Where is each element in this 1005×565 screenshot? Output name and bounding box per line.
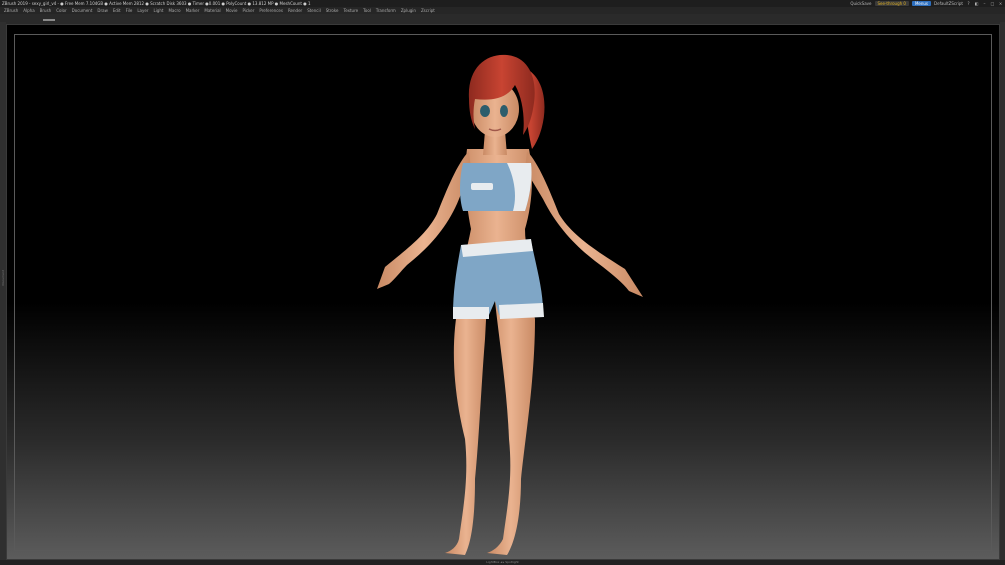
minimize-icon[interactable]: –: [982, 0, 987, 7]
left-arm: [377, 151, 471, 289]
right-leg: [487, 301, 535, 555]
menu-item[interactable]: Brush: [40, 7, 52, 14]
shorts-cuff-left: [453, 307, 489, 319]
menu-item[interactable]: Edit: [113, 7, 121, 14]
menu-item[interactable]: Tool: [363, 7, 371, 14]
menu-item[interactable]: Draw: [97, 7, 107, 14]
viewport-canvas[interactable]: [6, 24, 1000, 560]
menu-item[interactable]: Color: [56, 7, 66, 14]
main-menu-bar: ZBrush Alpha Brush Color Document Draw E…: [0, 7, 1005, 14]
menu-item[interactable]: Marker: [186, 7, 200, 14]
see-through-slider[interactable]: See-through 0: [874, 1, 909, 6]
menu-item[interactable]: Movie: [226, 7, 238, 14]
quicksave-button[interactable]: QuickSave: [850, 0, 871, 7]
menu-item[interactable]: Zscript: [421, 7, 435, 14]
layout-icon[interactable]: ◧: [974, 0, 979, 7]
menu-item[interactable]: Stencil: [307, 7, 321, 14]
menu-item[interactable]: Transform: [376, 7, 396, 14]
menu-item[interactable]: Alpha: [23, 7, 34, 14]
tab-strip: [0, 14, 1005, 22]
right-shelf: [1000, 22, 1005, 560]
maximize-icon[interactable]: □: [990, 0, 995, 7]
close-icon[interactable]: ×: [998, 0, 1003, 7]
menu-item[interactable]: Render: [288, 7, 302, 14]
menu-item[interactable]: Zplugin: [401, 7, 416, 14]
title-bar: ZBrush 2019 - sexy_girl_v4 - ● Free Mem …: [0, 0, 1005, 7]
menu-item[interactable]: Light: [153, 7, 163, 14]
left-eye: [480, 105, 490, 117]
menu-item[interactable]: Texture: [343, 7, 358, 14]
left-leg: [445, 301, 487, 555]
active-tab-indicator[interactable]: [43, 19, 55, 21]
menu-item[interactable]: Macro: [168, 7, 180, 14]
character-model[interactable]: [367, 39, 647, 559]
menu-item[interactable]: Picker: [242, 7, 254, 14]
crop-top-print: [471, 183, 493, 190]
menu-item[interactable]: ZBrush: [4, 7, 18, 14]
shorts-cuff-right: [499, 303, 544, 319]
menu-item[interactable]: Layer: [137, 7, 148, 14]
menu-item[interactable]: Stroke: [326, 7, 339, 14]
default-zscript-button[interactable]: DefaultZScript: [934, 0, 963, 7]
menus-button[interactable]: Menus: [911, 1, 932, 6]
right-arm: [525, 151, 643, 297]
help-icon[interactable]: ?: [966, 0, 971, 7]
menu-item[interactable]: Preferences: [259, 7, 283, 14]
titlebar-controls: QuickSave See-through 0 Menus DefaultZSc…: [850, 0, 1003, 7]
document-side-label: Document: [1, 270, 5, 286]
lightbox-bar[interactable]: LightBox ◂ ▸ Spotlight: [0, 560, 1005, 565]
right-eye: [500, 105, 508, 117]
menu-item[interactable]: Document: [72, 7, 93, 14]
menu-item[interactable]: File: [126, 7, 133, 14]
menu-item[interactable]: Material: [204, 7, 220, 14]
window-title: ZBrush 2019 - sexy_girl_v4 - ● Free Mem …: [2, 1, 311, 6]
